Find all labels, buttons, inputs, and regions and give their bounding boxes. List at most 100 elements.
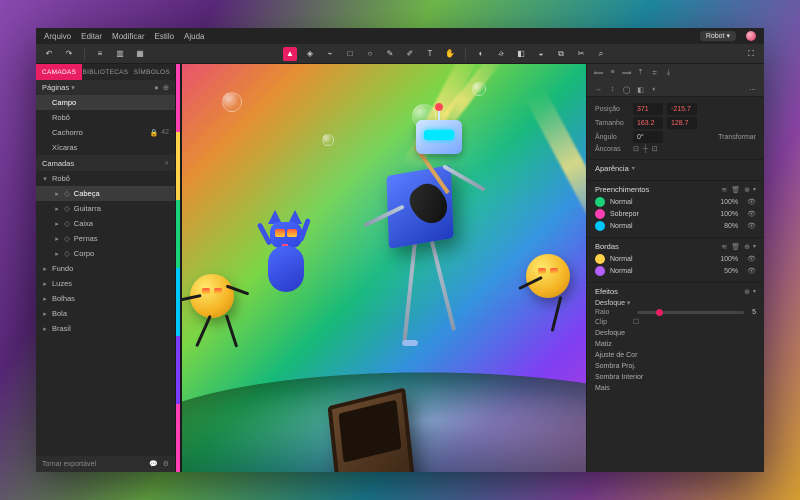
distribute-v-icon[interactable]: ↕ — [607, 84, 618, 95]
add-effect-icon[interactable]: ⊕ — [744, 288, 750, 296]
lasso-icon[interactable]: ⌁ — [323, 47, 337, 61]
effect-sub-header[interactable]: Desfoque ▾ — [595, 299, 756, 307]
border-row[interactable]: Normal100%👁 — [595, 254, 756, 264]
align-top-icon[interactable]: ⤒ — [635, 67, 646, 78]
align-middle-icon[interactable]: ≑ — [649, 67, 660, 78]
user-dropdown[interactable]: Robot ▾ — [700, 31, 736, 41]
layer-item[interactable]: ▸◇Guitarra — [36, 201, 175, 216]
tab-symbols[interactable]: SÍMBOLOS — [129, 64, 175, 80]
boolean-intersect-icon[interactable]: ◐ — [649, 84, 660, 95]
menu-item[interactable]: Estilo — [154, 32, 174, 41]
fill-tool-icon[interactable]: ◐ — [474, 47, 488, 61]
hand-tool-icon[interactable]: ✋ — [443, 47, 457, 61]
pages-header[interactable]: Páginas▾ ●⊕ — [36, 80, 175, 95]
mask-icon[interactable]: ◒ — [534, 47, 548, 61]
page-item[interactable]: Campo — [36, 95, 175, 110]
effects-header[interactable]: Efeitos ⊕ — [595, 287, 756, 296]
layers-header[interactable]: Camadas ⌕ — [36, 155, 175, 171]
gradient-icon[interactable]: ◧ — [514, 47, 528, 61]
layer-item[interactable]: ▸◇Pernas — [36, 231, 175, 246]
radius-slider[interactable] — [637, 311, 744, 314]
add-fill-icon[interactable]: ⊕ — [744, 186, 750, 194]
artboard[interactable] — [182, 64, 586, 472]
w-field[interactable]: 163.2 — [633, 117, 663, 129]
settings-icon[interactable]: ⚙ — [163, 460, 169, 468]
ellipse-tool-icon[interactable]: ○ — [363, 47, 377, 61]
angle-field[interactable]: 0° — [633, 131, 663, 143]
menu-item[interactable]: Editar — [81, 32, 102, 41]
blend-icon[interactable]: ≋ — [721, 186, 727, 194]
eye-icon[interactable]: 👁 — [747, 267, 756, 275]
tab-layers[interactable]: CAMADAS — [36, 64, 82, 80]
layer-item[interactable]: ▸Bolhas — [36, 291, 175, 306]
panel-icon[interactable]: ▥ — [113, 47, 127, 61]
page-item[interactable]: Xícaras — [36, 140, 175, 155]
pencil-tool-icon[interactable]: ✐ — [403, 47, 417, 61]
eye-icon[interactable]: 👁 — [747, 222, 756, 230]
effect-item[interactable]: Matiz — [595, 339, 756, 350]
layer-item[interactable]: ▸Fundo — [36, 261, 175, 276]
boolean-union-icon[interactable]: ◯ — [621, 84, 632, 95]
tab-libraries[interactable]: BIBLIOTECAS — [82, 64, 128, 80]
eye-icon[interactable]: 👁 — [747, 255, 756, 263]
menu-item[interactable]: Arquivo — [44, 32, 71, 41]
menu-item[interactable]: Ajuda — [184, 32, 204, 41]
align-center-icon[interactable]: ≡ — [607, 67, 618, 78]
anchor-grid-icon[interactable]: ⊡ ┼ ⊡ — [633, 145, 659, 153]
text-tool-icon[interactable]: T — [423, 47, 437, 61]
distribute-h-icon[interactable]: ↔ — [593, 84, 604, 95]
more-icon[interactable]: ⋯ — [747, 84, 758, 95]
direct-select-icon[interactable]: ◈ — [303, 47, 317, 61]
search-icon[interactable]: ⌕ — [165, 158, 169, 168]
avatar[interactable] — [746, 31, 756, 41]
crop-icon[interactable]: ⧉ — [554, 47, 568, 61]
layer-item[interactable]: ▸Luzes — [36, 276, 175, 291]
transform-link[interactable]: Transformar — [718, 134, 756, 141]
fill-row[interactable]: Normal80%👁 — [595, 221, 756, 231]
layer-item[interactable]: ▸◇Cabeça — [36, 186, 175, 201]
trash-icon[interactable]: 🗑 — [731, 243, 740, 251]
effect-item[interactable]: Mais — [595, 383, 756, 394]
add-page-icon[interactable]: ⊕ — [163, 83, 169, 92]
effect-item[interactable]: Sombra Interior — [595, 372, 756, 383]
swatch-icon[interactable] — [595, 209, 605, 219]
h-field[interactable]: 128.7 — [667, 117, 697, 129]
hamburger-icon[interactable]: ≡ — [93, 47, 107, 61]
clip-toggle-icon[interactable]: ☐ — [633, 318, 639, 326]
layer-item[interactable]: ▸Bola — [36, 306, 175, 321]
pen-tool-icon[interactable]: ✎ — [383, 47, 397, 61]
eyedropper-icon[interactable]: ⌮ — [494, 47, 508, 61]
appearance-header[interactable]: Aparência — [595, 164, 756, 173]
comment-icon[interactable]: 💬 — [149, 460, 158, 468]
zoom-icon[interactable]: ⌕ — [594, 47, 608, 61]
layer-item[interactable]: ▸Brasil — [36, 321, 175, 336]
align-left-icon[interactable]: ⟸ — [593, 67, 604, 78]
swatch-icon[interactable] — [595, 197, 605, 207]
borders-header[interactable]: Bordas ≋🗑⊕ — [595, 242, 756, 251]
boolean-subtract-icon[interactable]: ◧ — [635, 84, 646, 95]
grid-icon[interactable]: ▦ — [133, 47, 147, 61]
menu-item[interactable]: Modificar — [112, 32, 144, 41]
expand-icon[interactable]: ⛶ — [744, 47, 758, 61]
eye-icon[interactable]: 👁 — [747, 198, 756, 206]
rect-tool-icon[interactable]: □ — [343, 47, 357, 61]
align-right-icon[interactable]: ⟹ — [621, 67, 632, 78]
page-item[interactable]: Robô — [36, 110, 175, 125]
page-item[interactable]: Cachorro🔒42 — [36, 125, 175, 140]
move-tool-icon[interactable]: ▲ — [283, 47, 297, 61]
export-footer[interactable]: Tornar exportável 💬⚙ — [36, 456, 175, 472]
eye-icon[interactable]: 👁 — [747, 210, 756, 218]
swatch-icon[interactable] — [595, 221, 605, 231]
layer-item[interactable]: ▾Robô — [36, 171, 175, 186]
layer-item[interactable]: ▸◇Corpo — [36, 246, 175, 261]
layer-item[interactable]: ▸◇Caixa — [36, 216, 175, 231]
fill-row[interactable]: Normal100%👁 — [595, 197, 756, 207]
align-bottom-icon[interactable]: ⤓ — [663, 67, 674, 78]
effect-item[interactable]: Sombra Proj. — [595, 361, 756, 372]
undo-icon[interactable]: ↶ — [42, 47, 56, 61]
border-row[interactable]: Normal50%👁 — [595, 266, 756, 276]
redo-icon[interactable]: ↷ — [62, 47, 76, 61]
swatch-icon[interactable] — [595, 254, 605, 264]
canvas-area[interactable] — [176, 64, 586, 472]
effect-item[interactable]: Desfoque — [595, 328, 756, 339]
